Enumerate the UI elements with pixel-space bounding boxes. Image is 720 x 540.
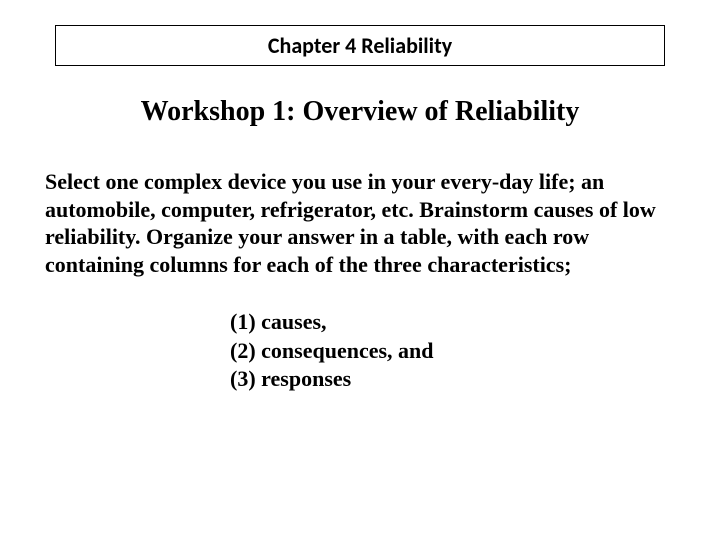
chapter-header: Chapter 4 Reliability (55, 25, 665, 66)
characteristics-list: (1) causes, (2) consequences, and (3) re… (230, 308, 675, 394)
list-item: (3) responses (230, 365, 675, 394)
instructions-paragraph: Select one complex device you use in you… (45, 168, 675, 278)
workshop-title: Workshop 1: Overview of Reliability (45, 96, 675, 128)
slide: Chapter 4 Reliability Workshop 1: Overvi… (0, 0, 720, 540)
list-item: (1) causes, (230, 308, 675, 337)
list-item: (2) consequences, and (230, 337, 675, 366)
